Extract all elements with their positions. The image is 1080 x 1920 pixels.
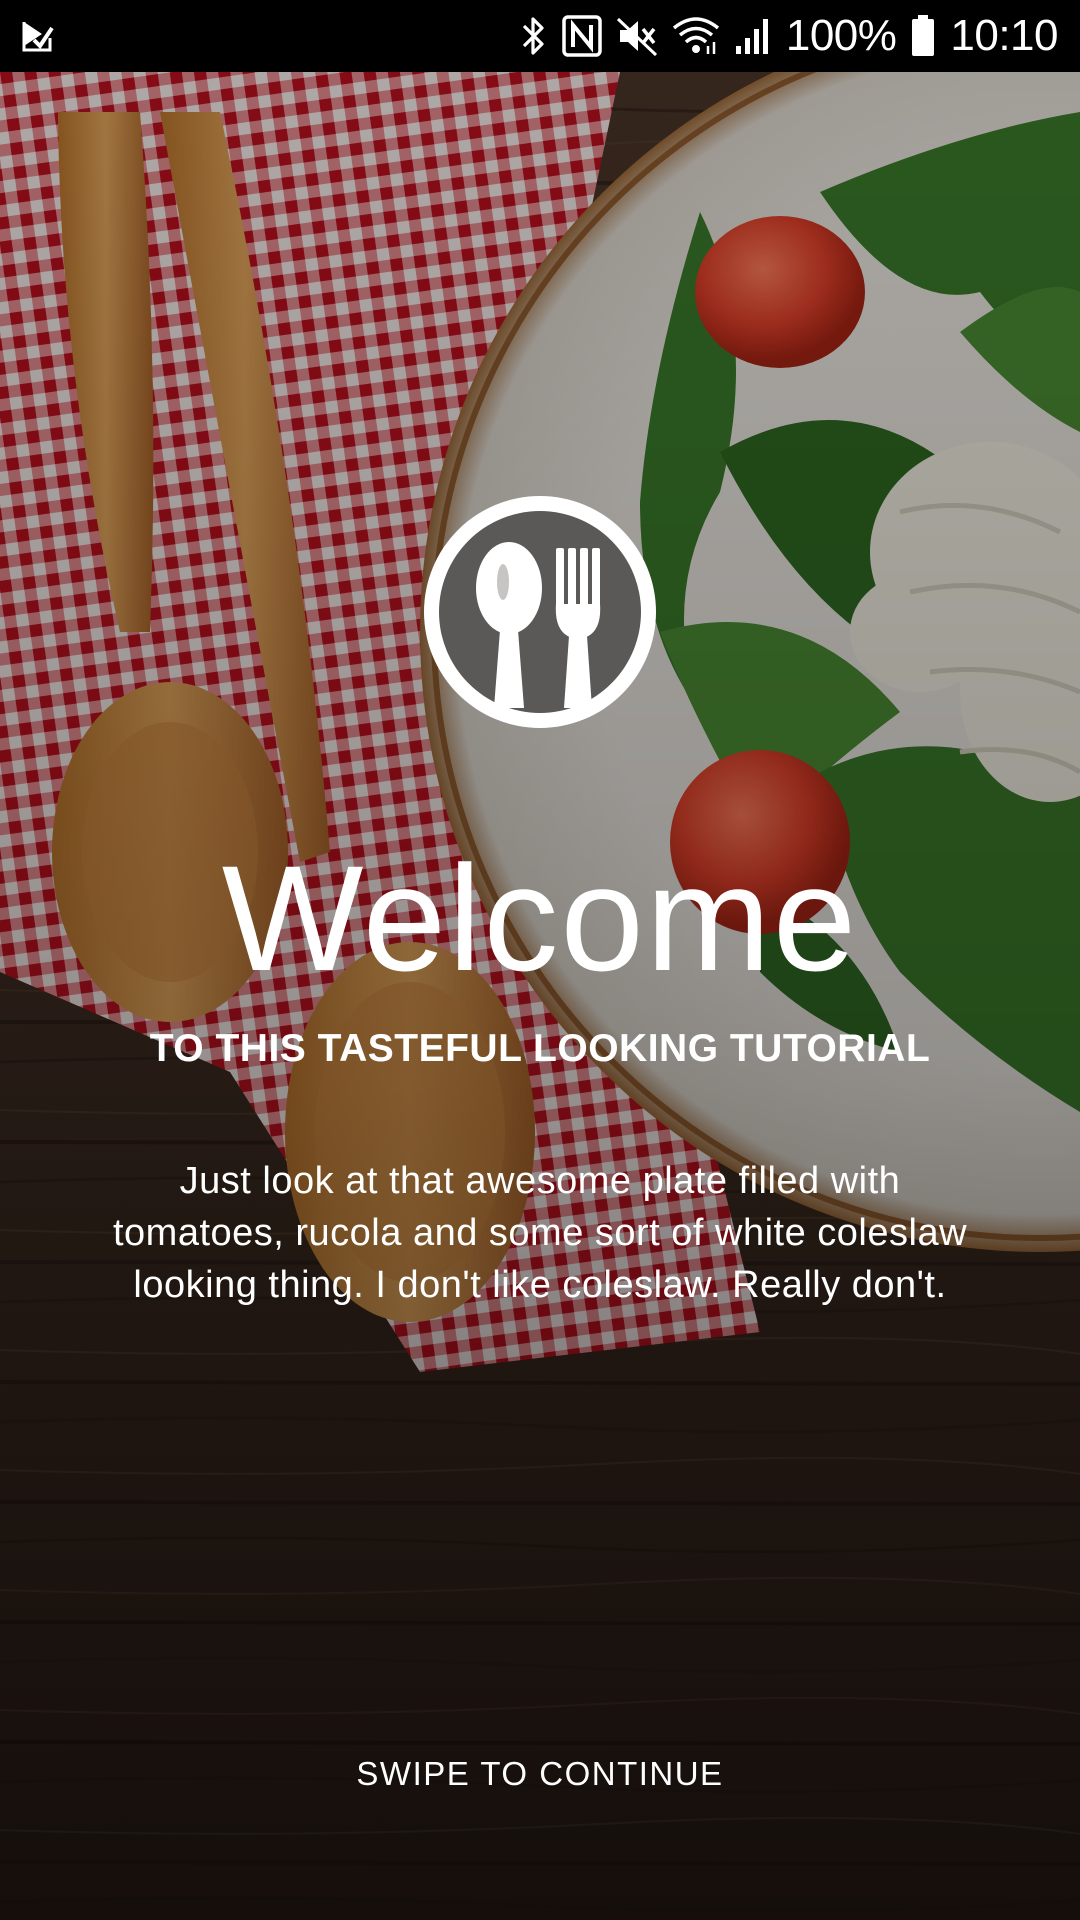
- mute-icon: [616, 15, 658, 57]
- status-bar: 100% 10:10: [0, 0, 1080, 72]
- nfc-icon: [562, 15, 602, 57]
- welcome-description: Just look at that awesome plate filled w…: [112, 1160, 968, 1306]
- welcome-title: Welcome: [221, 834, 859, 1002]
- screen: 100% 10:10 Welcome TO THIS TASTEFUL LOOK…: [0, 0, 1080, 1920]
- app-notification-icon: [20, 18, 56, 54]
- battery-icon: [910, 14, 936, 58]
- bluetooth-icon: [520, 14, 548, 58]
- clock: 10:10: [950, 11, 1058, 60]
- wifi-icon: [672, 16, 720, 56]
- signal-icon: [734, 16, 772, 56]
- spoon-fork-icon: [424, 496, 656, 728]
- swipe-to-continue-hint[interactable]: SWIPE TO CONTINUE: [0, 1752, 1080, 1796]
- battery-percent: 100%: [785, 11, 897, 60]
- welcome-content: Welcome TO THIS TASTEFUL LOOKING TUTORIA…: [0, 0, 1080, 1920]
- welcome-subtitle: TO THIS TASTEFUL LOOKING TUTORIAL: [149, 1027, 931, 1070]
